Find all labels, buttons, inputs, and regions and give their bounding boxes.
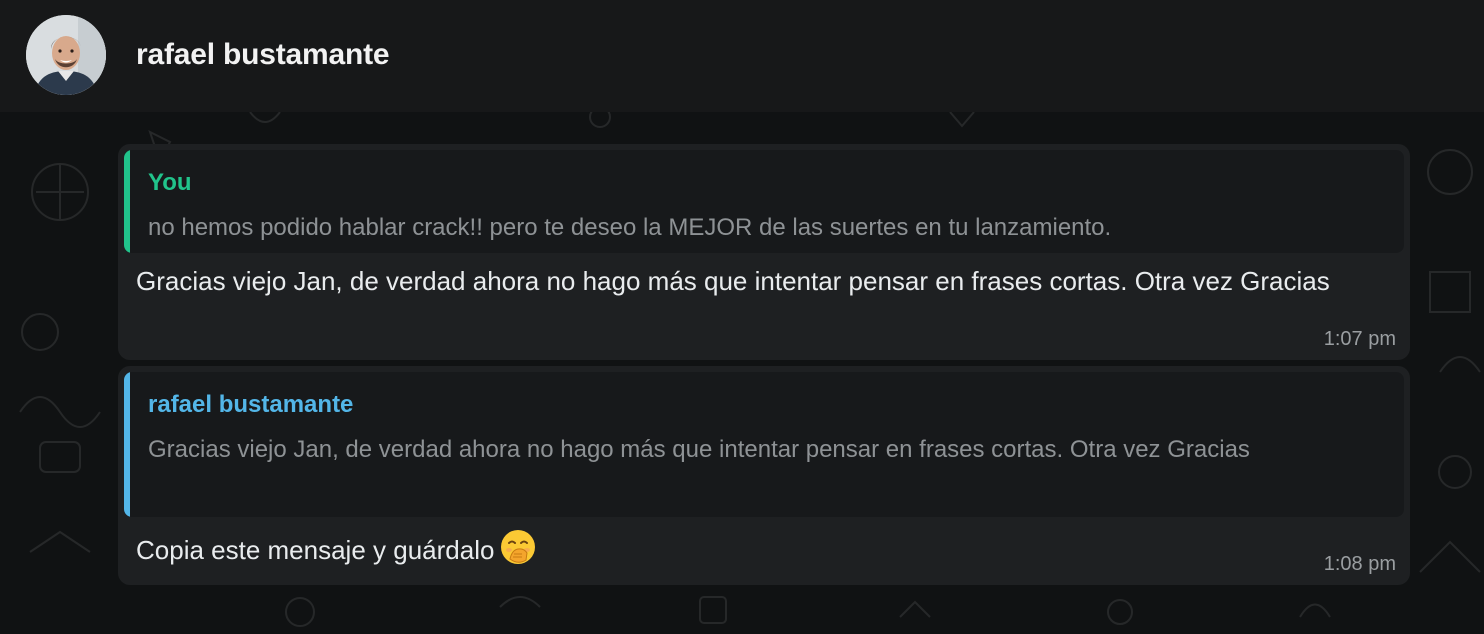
chat-area: You no hemos podido hablar crack!! pero … [0, 112, 1484, 634]
contact-name[interactable]: rafael bustamante [136, 38, 390, 72]
quoted-reply[interactable]: You no hemos podido hablar crack!! pero … [124, 150, 1404, 253]
chat-header: rafael bustamante [0, 0, 1484, 112]
quoted-reply[interactable]: rafael bustamante Gracias viejo Jan, de … [124, 372, 1404, 517]
quote-accent-bar [124, 372, 130, 517]
message-text-container: Copia este mensaje y guárdalo [136, 529, 1386, 569]
quote-author: You [148, 169, 192, 196]
message-bubble[interactable]: You no hemos podido hablar crack!! pero … [118, 144, 1410, 360]
message-bubble[interactable]: rafael bustamante Gracias viejo Jan, de … [118, 366, 1410, 585]
message-text: Gracias viejo Jan, de verdad ahora no ha… [136, 266, 1330, 296]
quote-text: Gracias viejo Jan, de verdad ahora no ha… [148, 436, 1250, 463]
avatar[interactable] [26, 15, 106, 95]
message-time: 1:08 pm [1323, 553, 1396, 575]
quote-accent-bar [124, 150, 130, 253]
quote-text: no hemos podido hablar crack!! pero te d… [148, 214, 1112, 241]
face-with-hand-over-mouth-icon [501, 530, 536, 564]
message-time: 1:07 pm [1323, 328, 1396, 350]
quote-author: rafael bustamante [148, 391, 354, 418]
profile-photo-icon [26, 15, 106, 95]
message-text: Copia este mensaje y guárdalo [136, 535, 495, 565]
